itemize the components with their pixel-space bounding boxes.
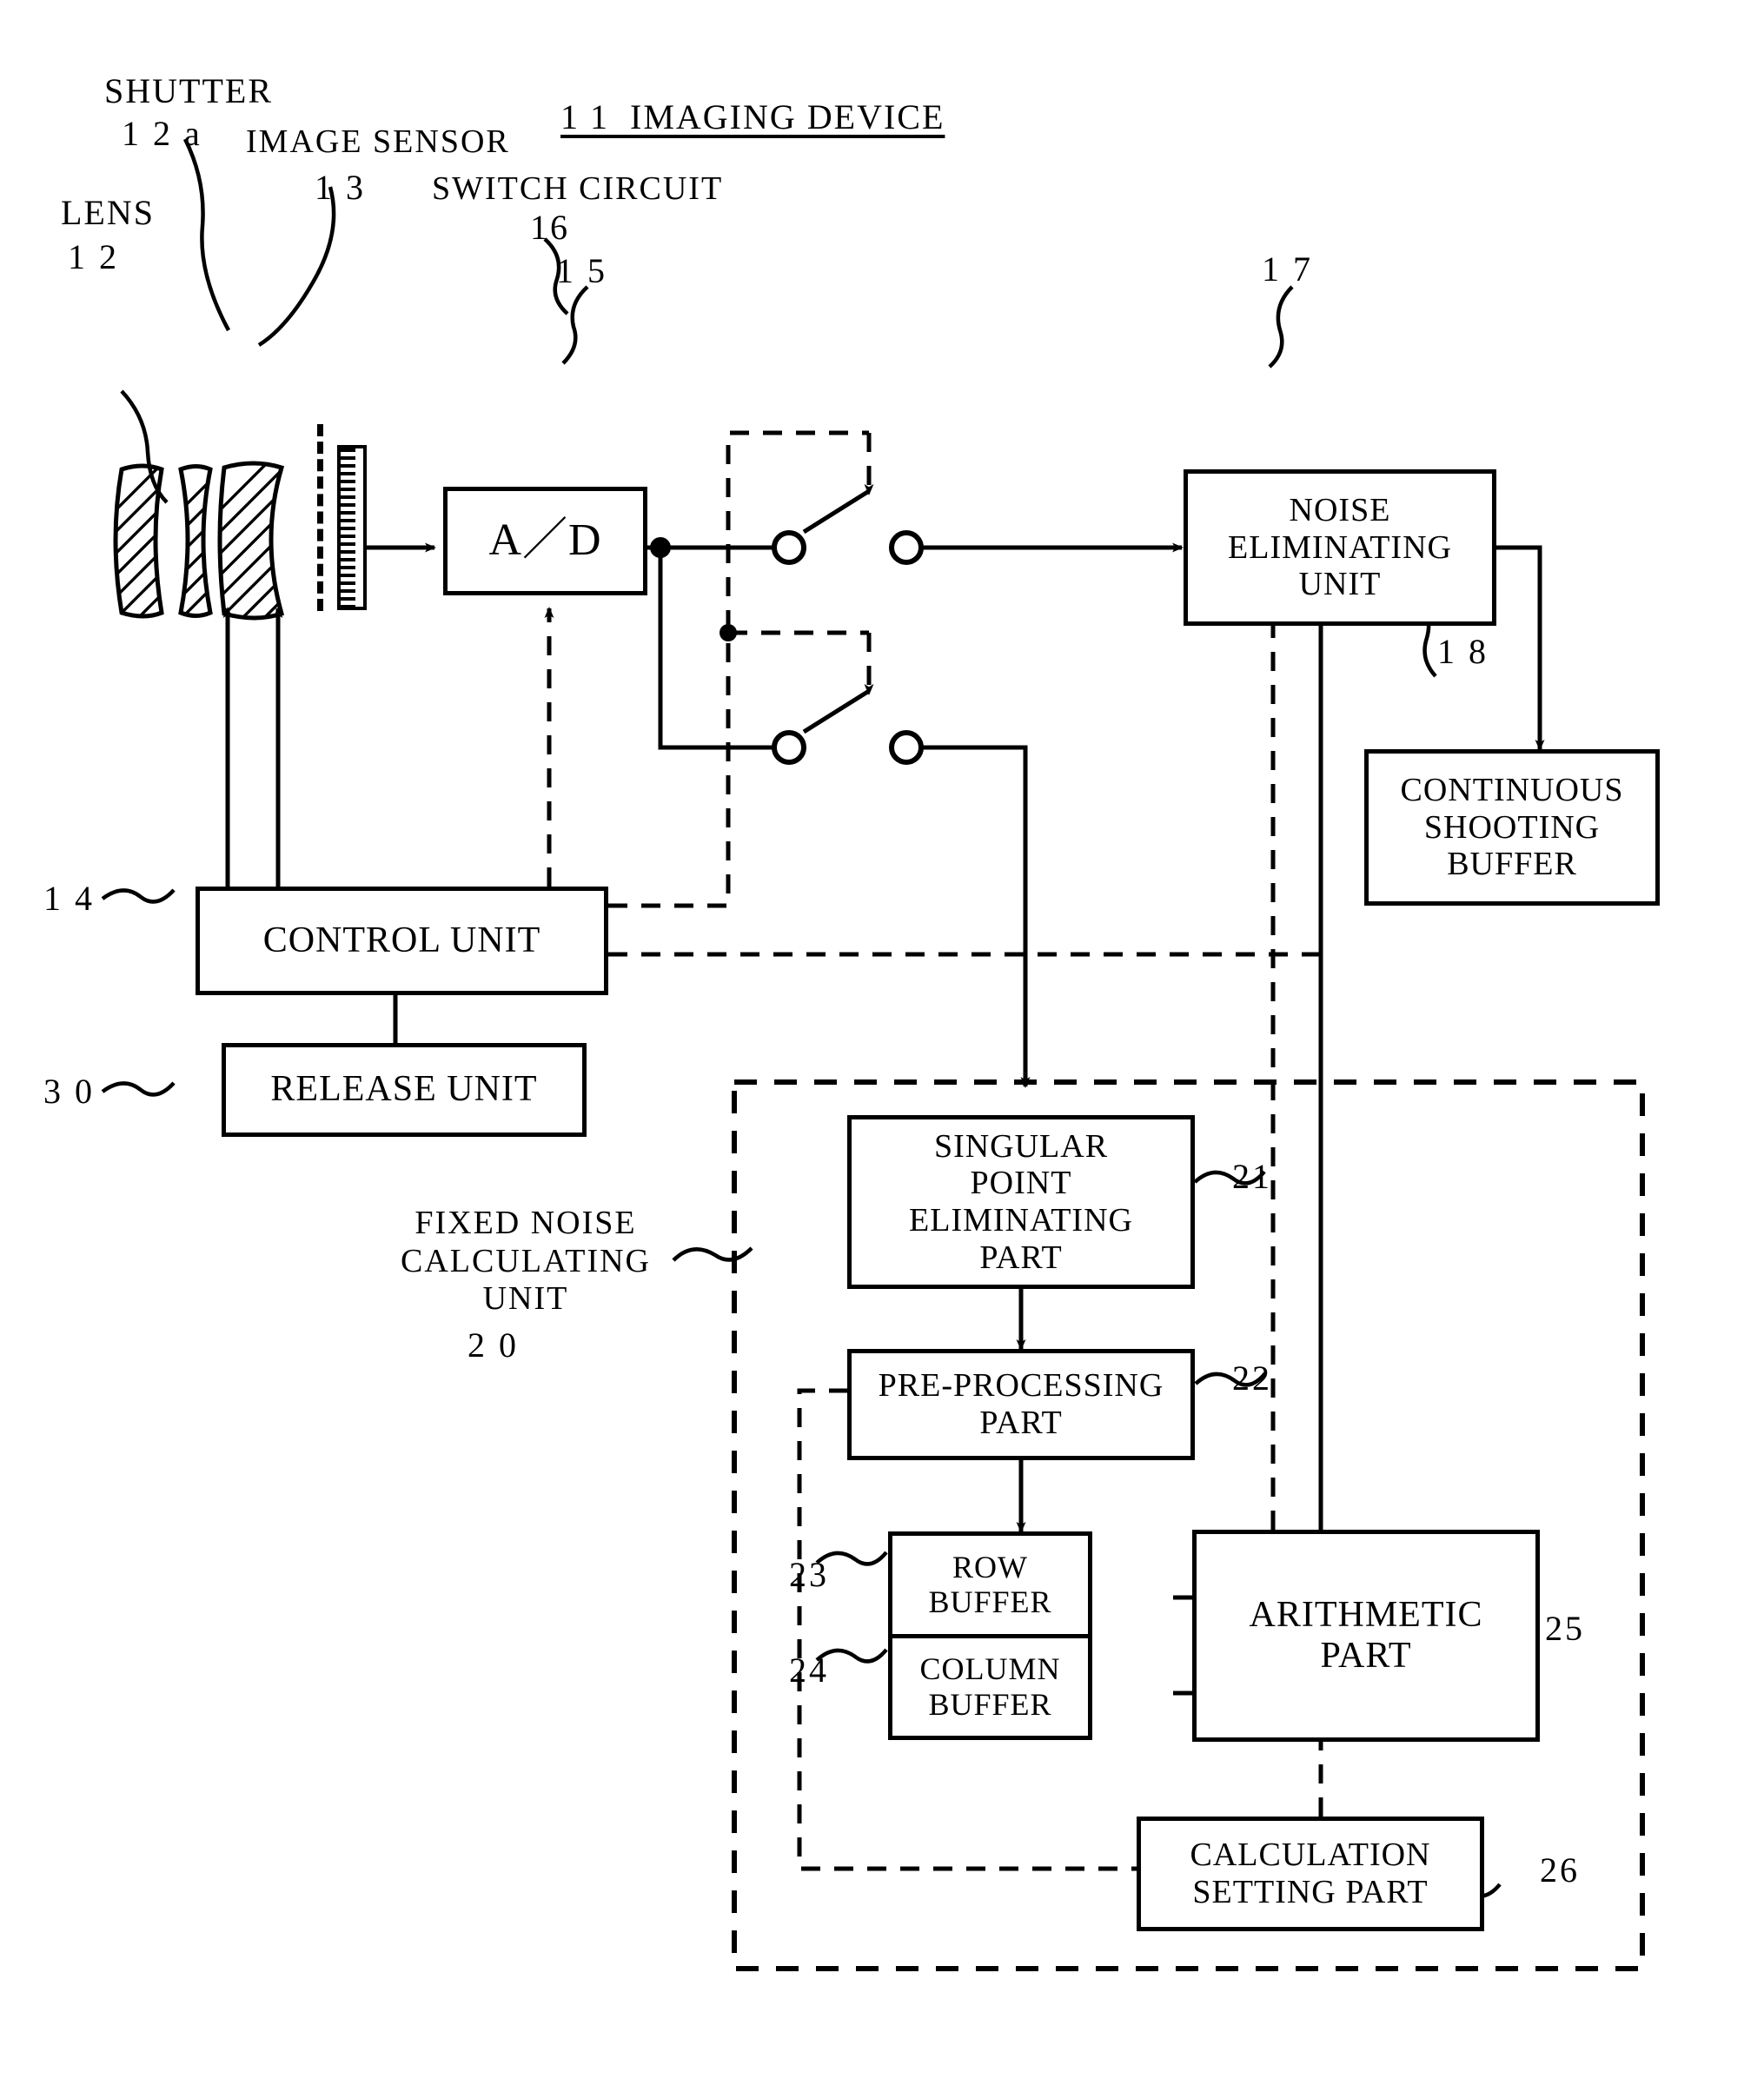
number-row-buffer: 23	[789, 1555, 829, 1594]
figure-title: 1 1 IMAGING DEVICE	[560, 97, 945, 136]
label-fixed-noise-unit: FIXED NOISE CALCULATING UNIT	[401, 1205, 651, 1318]
number-fixed-noise-unit: 2 0	[468, 1325, 519, 1365]
calculation-setting-part-block[interactable]: CALCULATION SETTING PART	[1137, 1817, 1484, 1931]
wire-control-to-fixednoise	[608, 952, 1323, 1082]
label-switch-circuit: SWITCH CIRCUIT	[432, 170, 724, 207]
leader-lens	[120, 389, 169, 504]
number-ad: 1 5	[556, 251, 607, 290]
noise-eliminating-unit-label: NOISE ELIMINATING UNIT	[1228, 492, 1452, 603]
row-column-buffer-block[interactable]: ROW BUFFER COLUMN BUFFER	[888, 1531, 1092, 1740]
lens-element-3	[217, 461, 285, 621]
number-lens: 1 2	[68, 237, 119, 276]
leader-fixed-noise	[672, 1246, 753, 1262]
wire-switch19-to-singular	[921, 745, 1031, 1088]
number-switch-16: 16	[530, 208, 570, 247]
number-arithmetic-part: 25	[1545, 1609, 1585, 1648]
wire-control-to-switch16-path	[608, 430, 869, 908]
arithmetic-part-label: ARITHMETIC PART	[1249, 1594, 1483, 1676]
number-column-buffer: 24	[789, 1651, 829, 1690]
number-calculation-setting: 26	[1540, 1850, 1580, 1890]
junction-dot-upper	[650, 537, 671, 558]
column-buffer-cell[interactable]: COLUMN BUFFER	[892, 1638, 1088, 1737]
number-pre-processing: 22	[1232, 1358, 1272, 1398]
leader-shutter	[182, 137, 230, 332]
ad-converter-label: A／D	[488, 515, 602, 566]
row-buffer-cell[interactable]: ROW BUFFER	[892, 1536, 1088, 1638]
column-buffer-label: COLUMN BUFFER	[919, 1651, 1061, 1722]
calculation-setting-part-label: CALCULATION SETTING PART	[1190, 1837, 1431, 1910]
switch-terminal-19-left	[772, 730, 806, 765]
switch-terminal-16-left	[772, 530, 806, 565]
control-unit-label: CONTROL UNIT	[262, 920, 541, 960]
wire-branch-to-switch19	[658, 548, 782, 750]
leader-noise	[1268, 285, 1294, 369]
label-shutter: SHUTTER	[104, 71, 273, 110]
noise-eliminating-unit-block[interactable]: NOISE ELIMINATING UNIT	[1184, 469, 1496, 626]
switch-arm-19	[802, 688, 871, 734]
image-sensor-element	[337, 445, 367, 610]
leader-control	[101, 888, 176, 904]
release-unit-block[interactable]: RELEASE UNIT	[222, 1043, 587, 1137]
continuous-shooting-buffer-label: CONTINUOUS SHOOTING BUFFER	[1400, 772, 1624, 883]
leader-image-sensor	[257, 186, 336, 347]
number-noise-unit: 1 7	[1262, 249, 1313, 289]
pre-processing-part-block[interactable]: PRE-PROCESSING PART	[847, 1349, 1195, 1460]
shutter-element	[317, 424, 323, 611]
number-release-unit: 3 0	[43, 1072, 95, 1111]
number-singular-point: 21	[1232, 1157, 1272, 1196]
label-lens: LENS	[61, 193, 155, 232]
number-control-unit: 1 4	[43, 879, 95, 918]
label-image-sensor: IMAGE SENSOR	[246, 123, 510, 160]
switch-terminal-19-right	[889, 730, 924, 765]
arithmetic-part-block[interactable]: ARITHMETIC PART	[1192, 1530, 1540, 1742]
number-image-sensor: 1 3	[315, 168, 366, 207]
junction-dot-control-dashed	[720, 624, 737, 641]
control-unit-block[interactable]: CONTROL UNIT	[196, 887, 608, 995]
row-buffer-label: ROW BUFFER	[928, 1549, 1052, 1620]
leader-ad	[561, 285, 589, 365]
pre-processing-part-label: PRE-PROCESSING PART	[878, 1367, 1164, 1441]
ad-converter-block[interactable]: A／D	[443, 487, 647, 595]
lens-element-1	[113, 463, 164, 619]
release-unit-label: RELEASE UNIT	[270, 1069, 538, 1110]
number-shutter: 1 2 a	[122, 114, 202, 153]
continuous-shooting-buffer-block[interactable]: CONTINUOUS SHOOTING BUFFER	[1364, 749, 1660, 906]
wire-noise-to-buffer	[1496, 545, 1545, 751]
lens-element-2	[178, 464, 213, 618]
singular-point-eliminating-part-block[interactable]: SINGULAR POINT ELIMINATING PART	[847, 1115, 1195, 1289]
number-continuous-buffer: 1 8	[1437, 632, 1489, 671]
switch-arm-16	[802, 488, 871, 535]
switch-terminal-16-right	[889, 530, 924, 565]
singular-point-eliminating-part-label: SINGULAR POINT ELIMINATING PART	[909, 1127, 1133, 1276]
leader-release	[101, 1081, 176, 1097]
figure-canvas: SHUTTER 1 2 a IMAGE SENSOR 1 3 LENS 1 2 …	[0, 0, 1764, 2099]
